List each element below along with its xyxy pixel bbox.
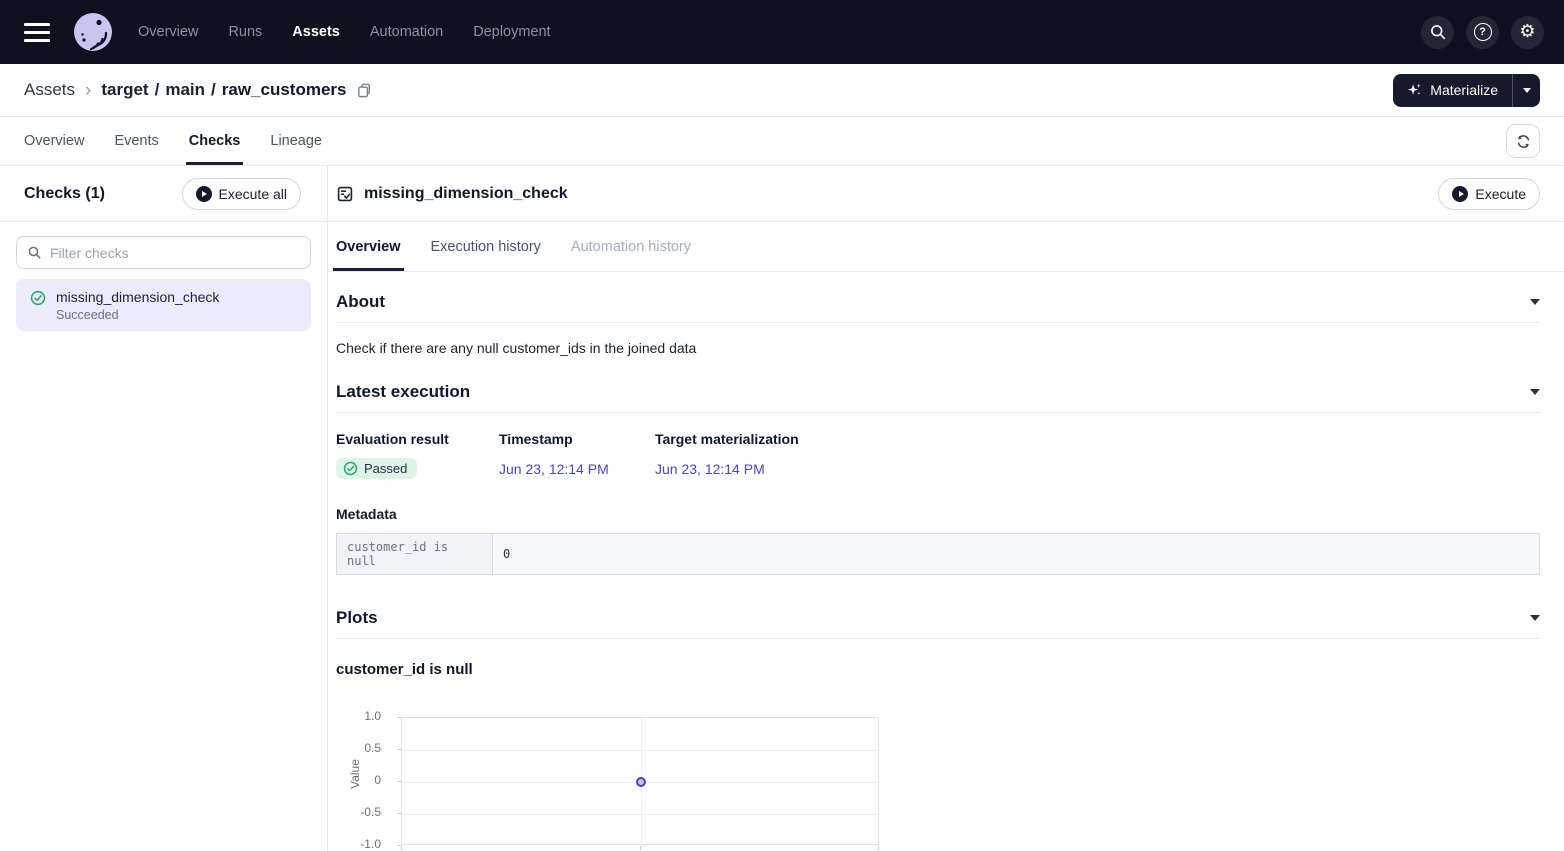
tab-check-overview[interactable]: Overview [336,222,401,271]
hamburger-menu-icon[interactable] [24,23,52,42]
target-materialization-link[interactable]: Jun 23, 12:14 PM [655,461,1540,477]
about-description: Check if there are any null customer_ids… [336,340,1540,356]
checks-sidebar: Checks (1) Execute all [0,166,328,851]
breadcrumb-slash: / [155,80,160,100]
breadcrumb-asset-name: raw_customers [222,80,347,100]
col-timestamp: Timestamp [499,431,655,447]
gridline [402,750,878,751]
check-circle-icon [343,461,358,476]
help-icon: ? [1474,23,1492,41]
search-button[interactable] [1421,16,1454,49]
materialize-label: Materialize [1430,82,1498,98]
latest-execution-heading: Latest execution [336,382,470,402]
divider [336,638,1540,639]
nav-automation[interactable]: Automation [370,24,443,40]
collapse-caret-icon[interactable] [1530,389,1540,395]
gridline [402,814,878,815]
y-tick-label: -0.5 [336,805,391,819]
tab-checks[interactable]: Checks [189,117,241,165]
execute-button[interactable]: Execute [1438,178,1540,210]
y-tick-label: 0.5 [336,741,391,755]
data-point [636,777,646,787]
active-tab-underline [186,162,244,165]
chevron-right-icon: › [85,81,91,100]
about-heading: About [336,292,385,312]
check-detail-title: missing_dimension_check [364,185,568,203]
y-tick-label: -1.0 [336,837,391,851]
dagster-logo-icon[interactable] [74,13,112,51]
collapse-caret-icon[interactable] [1530,299,1540,305]
collapse-caret-icon[interactable] [1530,615,1540,621]
value-scatter-chart: Value 1.0 0.5 0 -0.5 -1.0 [336,711,1540,851]
gear-icon: ⚙ [1519,23,1535,41]
top-nav: Overview Runs Assets Automation Deployme… [0,0,1564,64]
refresh-button[interactable] [1506,124,1540,158]
tab-automation-history[interactable]: Automation history [571,222,691,271]
nav-runs[interactable]: Runs [228,24,262,40]
check-detail-panel: missing_dimension_check Execute Overview… [328,166,1564,851]
metadata-row: customer_id is null 0 [337,534,1540,575]
settings-button[interactable]: ⚙ [1511,16,1544,49]
asset-tabs-row: Overview Events Checks Lineage [0,117,1564,166]
tab-lineage[interactable]: Lineage [270,117,322,165]
divider [336,322,1540,323]
check-item-status: Succeeded [56,308,219,322]
check-success-icon [30,290,46,322]
y-tick-label: 0 [336,773,391,787]
x-tick-mark [401,846,402,850]
x-tick-mark [640,846,641,850]
tab-execution-history[interactable]: Execution history [431,222,541,271]
materialize-split-button: Materialize [1393,74,1540,107]
tab-overview[interactable]: Overview [24,117,84,165]
breadcrumb-row: Assets › target / main / raw_customers M… [0,64,1564,117]
metadata-heading: Metadata [336,506,1540,522]
nav-deployment[interactable]: Deployment [473,24,550,40]
copy-icon[interactable] [356,82,373,99]
metadata-table: customer_id is null 0 [336,533,1540,575]
search-icon [27,245,42,260]
execute-all-button[interactable]: Execute all [182,178,301,210]
col-target-materialization: Target materialization [655,431,1540,447]
metadata-value: 0 [493,534,1540,575]
filter-checks-input[interactable] [50,245,300,261]
check-item-name: missing_dimension_check [56,289,219,305]
sparkle-icon [1407,83,1422,98]
y-tick-label: 1.0 [336,709,391,723]
materialize-button[interactable]: Materialize [1393,74,1512,107]
chevron-down-icon [1523,88,1531,93]
check-detail-content: About Check if there are any null custom… [328,272,1564,851]
plots-heading: Plots [336,608,378,628]
nav-assets[interactable]: Assets [292,24,340,40]
breadcrumb-segment-main[interactable]: main [165,80,205,100]
primary-nav: Overview Runs Assets Automation Deployme… [138,24,551,40]
filter-checks-box [16,236,311,269]
materialize-dropdown-button[interactable] [1512,74,1540,107]
check-detail-tabs: Overview Execution history Automation hi… [328,222,1564,272]
tab-events[interactable]: Events [114,117,158,165]
timestamp-link[interactable]: Jun 23, 12:14 PM [499,461,655,477]
nav-icon-group: ? ⚙ [1421,16,1544,49]
play-icon [1452,186,1468,202]
x-tick-mark [878,846,879,850]
metadata-key: customer_id is null [337,534,493,575]
help-button[interactable]: ? [1466,16,1499,49]
breadcrumb-assets-link[interactable]: Assets [24,80,75,100]
divider [336,412,1540,413]
check-document-icon [336,185,354,203]
plot-title: customer_id is null [336,661,1540,678]
col-evaluation-result: Evaluation result [336,431,499,447]
checks-panel-title: Checks (1) [24,185,105,203]
breadcrumb-segment-target[interactable]: target [101,80,148,100]
play-icon [196,186,212,202]
check-list-item[interactable]: missing_dimension_check Succeeded [16,279,311,331]
search-icon [1429,23,1447,41]
passed-status-badge: Passed [336,458,417,479]
breadcrumb-slash: / [211,80,216,100]
refresh-icon [1515,133,1532,150]
active-tab-underline [333,268,404,271]
nav-overview[interactable]: Overview [138,24,198,40]
plot-area [401,717,879,845]
